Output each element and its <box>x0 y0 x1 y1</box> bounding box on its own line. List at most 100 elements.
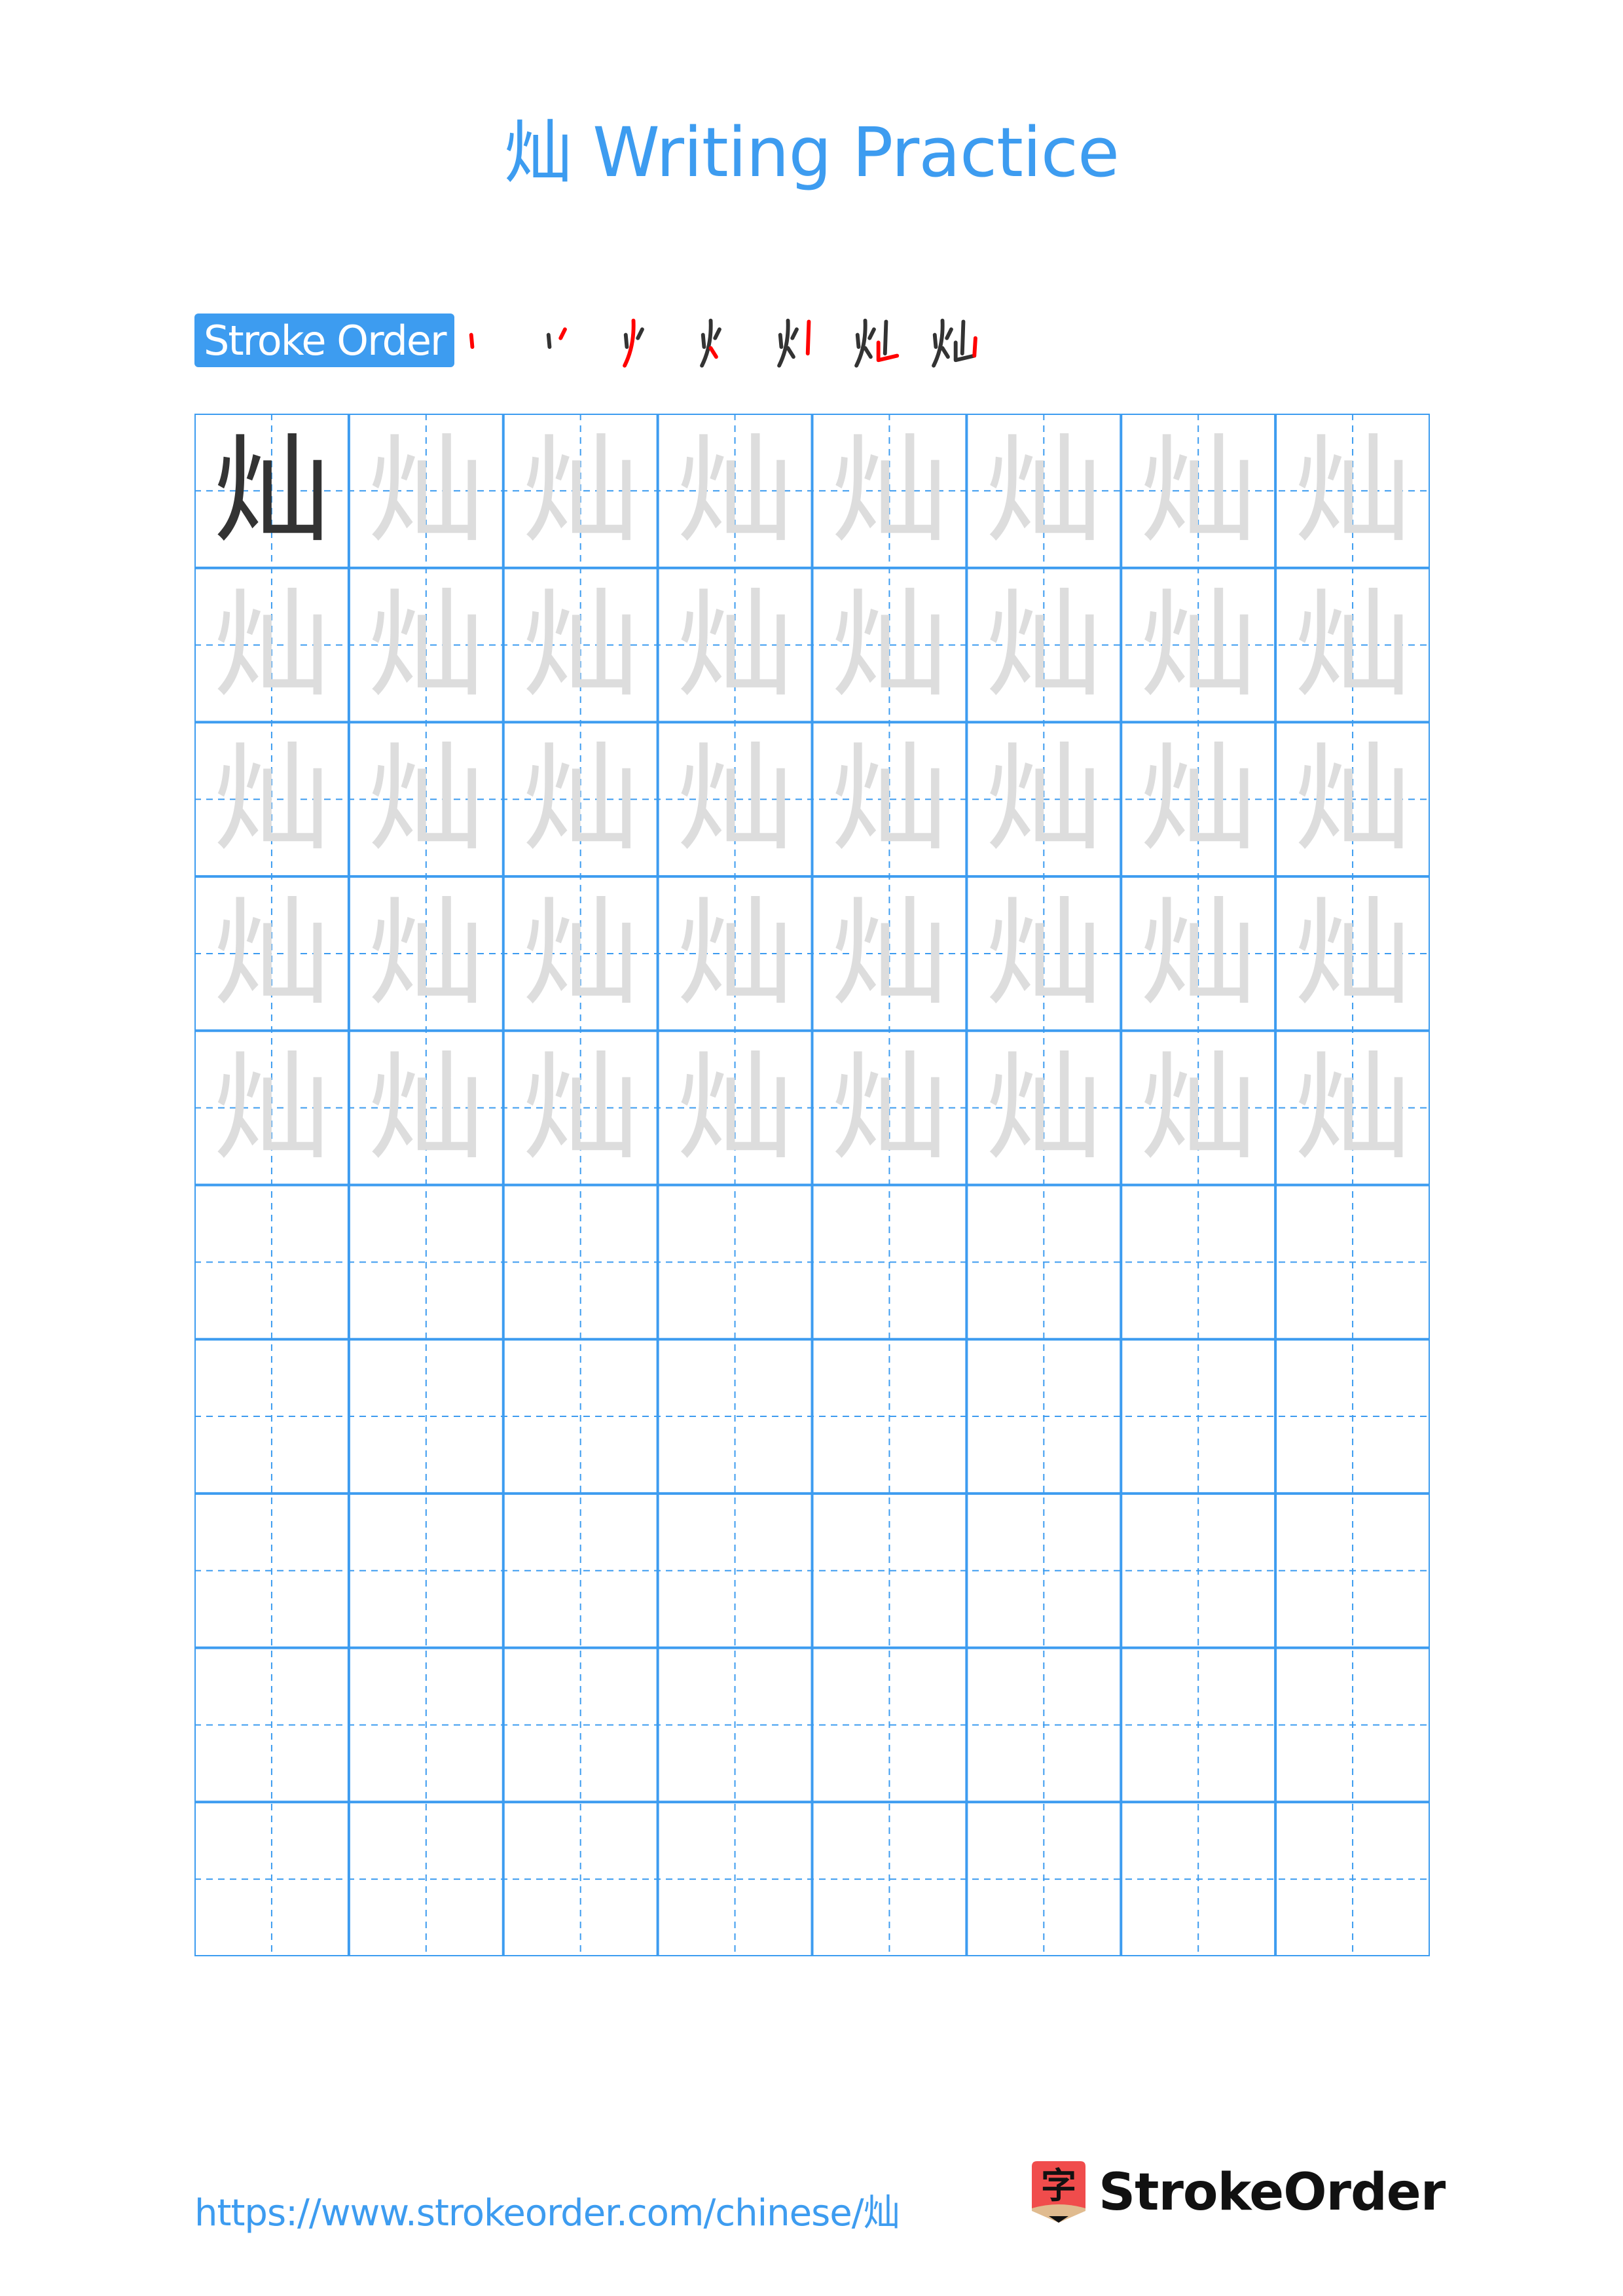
practice-cell[interactable] <box>658 1802 812 1956</box>
practice-cell[interactable]: 灿 <box>658 876 812 1031</box>
practice-cell[interactable]: 灿 <box>503 568 658 723</box>
trace-character: 灿 <box>213 1039 330 1175</box>
practice-cell[interactable]: 灿 <box>966 1031 1121 1185</box>
practice-cell[interactable] <box>503 1494 658 1648</box>
practice-cell[interactable] <box>812 1802 967 1956</box>
footer-url-link[interactable]: https://www.strokeorder.com/chinese/灿 <box>194 2183 900 2236</box>
practice-cell[interactable] <box>349 1494 503 1648</box>
practice-cell[interactable] <box>503 1185 658 1340</box>
practice-cell[interactable] <box>1275 1648 1430 1803</box>
practice-cell[interactable] <box>503 1802 658 1956</box>
stroke-order-badge: Stroke Order <box>194 314 455 367</box>
practice-cell[interactable] <box>349 1339 503 1494</box>
practice-cell[interactable]: 灿 <box>194 722 349 876</box>
model-character: 灿 <box>213 423 330 558</box>
practice-cell[interactable] <box>1121 1648 1275 1803</box>
practice-cell[interactable]: 灿 <box>503 722 658 876</box>
practice-cell[interactable]: 灿 <box>1121 722 1275 876</box>
stroke-previous <box>945 327 954 340</box>
practice-cell[interactable]: 灿 <box>1275 414 1430 568</box>
practice-cell[interactable]: 灿 <box>1275 1031 1430 1185</box>
practice-cell[interactable] <box>194 1648 349 1803</box>
practice-cell[interactable] <box>812 1339 967 1494</box>
practice-cell[interactable]: 灿 <box>658 722 812 876</box>
practice-cell[interactable] <box>658 1648 812 1803</box>
practice-cell[interactable]: 灿 <box>194 1031 349 1185</box>
practice-cell[interactable] <box>349 1802 503 1956</box>
practice-cell[interactable] <box>966 1802 1121 1956</box>
trace-character: 灿 <box>213 886 330 1022</box>
practice-cell[interactable]: 灿 <box>503 414 658 568</box>
stroke-previous <box>954 340 977 363</box>
trace-character: 灿 <box>831 1039 948 1175</box>
practice-cell[interactable] <box>966 1494 1121 1648</box>
practice-cell[interactable]: 灿 <box>1121 568 1275 723</box>
practice-cell[interactable] <box>503 1339 658 1494</box>
practice-cell[interactable]: 灿 <box>812 568 967 723</box>
practice-cell[interactable]: 灿 <box>349 1031 503 1185</box>
practice-cell[interactable] <box>966 1185 1121 1340</box>
practice-cell[interactable]: 灿 <box>1275 722 1430 876</box>
stroke-current <box>558 327 568 340</box>
trace-character: 灿 <box>676 423 793 558</box>
practice-cell[interactable]: 灿 <box>658 414 812 568</box>
practice-cell[interactable] <box>966 1648 1121 1803</box>
practice-cell[interactable] <box>1275 1185 1430 1340</box>
trace-character: 灿 <box>522 731 639 867</box>
practice-cell[interactable]: 灿 <box>812 1031 967 1185</box>
practice-cell[interactable]: 灿 <box>349 722 503 876</box>
practice-cell[interactable]: 灿 <box>503 1031 658 1185</box>
stroke-previous <box>941 346 951 359</box>
practice-cell[interactable] <box>194 1185 349 1340</box>
practice-cell[interactable]: 灿 <box>812 722 967 876</box>
practice-cell[interactable]: 灿 <box>812 876 967 1031</box>
practice-cell[interactable] <box>349 1185 503 1340</box>
practice-cell[interactable] <box>1121 1802 1275 1956</box>
practice-cell[interactable]: 灿 <box>966 876 1121 1031</box>
practice-cell[interactable]: 灿 <box>349 876 503 1031</box>
practice-cell[interactable] <box>966 1339 1121 1494</box>
trace-character: 灿 <box>831 577 948 713</box>
practice-cell[interactable]: 灿 <box>1275 876 1430 1031</box>
practice-cell[interactable]: 灿 <box>1121 414 1275 568</box>
practice-cell[interactable]: 灿 <box>1121 1031 1275 1185</box>
stroke-previous <box>778 332 784 350</box>
practice-cell[interactable]: 灿 <box>812 414 967 568</box>
practice-cell[interactable] <box>812 1185 967 1340</box>
practice-cell[interactable] <box>1121 1339 1275 1494</box>
practice-cell[interactable]: 灿 <box>194 414 349 568</box>
practice-cell[interactable] <box>1275 1494 1430 1648</box>
practice-cell[interactable] <box>812 1494 967 1648</box>
practice-cell[interactable]: 灿 <box>658 568 812 723</box>
practice-cell[interactable] <box>1121 1494 1275 1648</box>
practice-cell[interactable]: 灿 <box>194 876 349 1031</box>
practice-cell[interactable] <box>194 1802 349 1956</box>
practice-cell[interactable]: 灿 <box>349 568 503 723</box>
practice-cell[interactable] <box>658 1339 812 1494</box>
practice-cell[interactable] <box>658 1494 812 1648</box>
practice-cell[interactable]: 灿 <box>966 722 1121 876</box>
strokeorder-logo[interactable]: 字 StrokeOrder <box>1029 2160 1446 2225</box>
practice-cell[interactable]: 灿 <box>194 568 349 723</box>
stroke-step-3 <box>618 313 695 368</box>
practice-cell[interactable] <box>503 1648 658 1803</box>
practice-cell[interactable]: 灿 <box>966 414 1121 568</box>
practice-cell[interactable] <box>1275 1339 1430 1494</box>
practice-cell[interactable] <box>194 1339 349 1494</box>
trace-character: 灿 <box>522 577 639 713</box>
practice-cell[interactable]: 灿 <box>658 1031 812 1185</box>
practice-cell[interactable]: 灿 <box>503 876 658 1031</box>
practice-cell[interactable]: 灿 <box>1275 568 1430 723</box>
practice-cell[interactable] <box>1275 1802 1430 1956</box>
trace-character: 灿 <box>985 731 1103 867</box>
trace-character: 灿 <box>367 1039 484 1175</box>
practice-cell[interactable]: 灿 <box>966 568 1121 723</box>
practice-cell[interactable] <box>349 1648 503 1803</box>
practice-cell[interactable]: 灿 <box>1121 876 1275 1031</box>
trace-character: 灿 <box>1294 423 1412 558</box>
practice-cell[interactable] <box>1121 1185 1275 1340</box>
practice-cell[interactable]: 灿 <box>349 414 503 568</box>
practice-cell[interactable] <box>658 1185 812 1340</box>
practice-cell[interactable] <box>194 1494 349 1648</box>
practice-cell[interactable] <box>812 1648 967 1803</box>
